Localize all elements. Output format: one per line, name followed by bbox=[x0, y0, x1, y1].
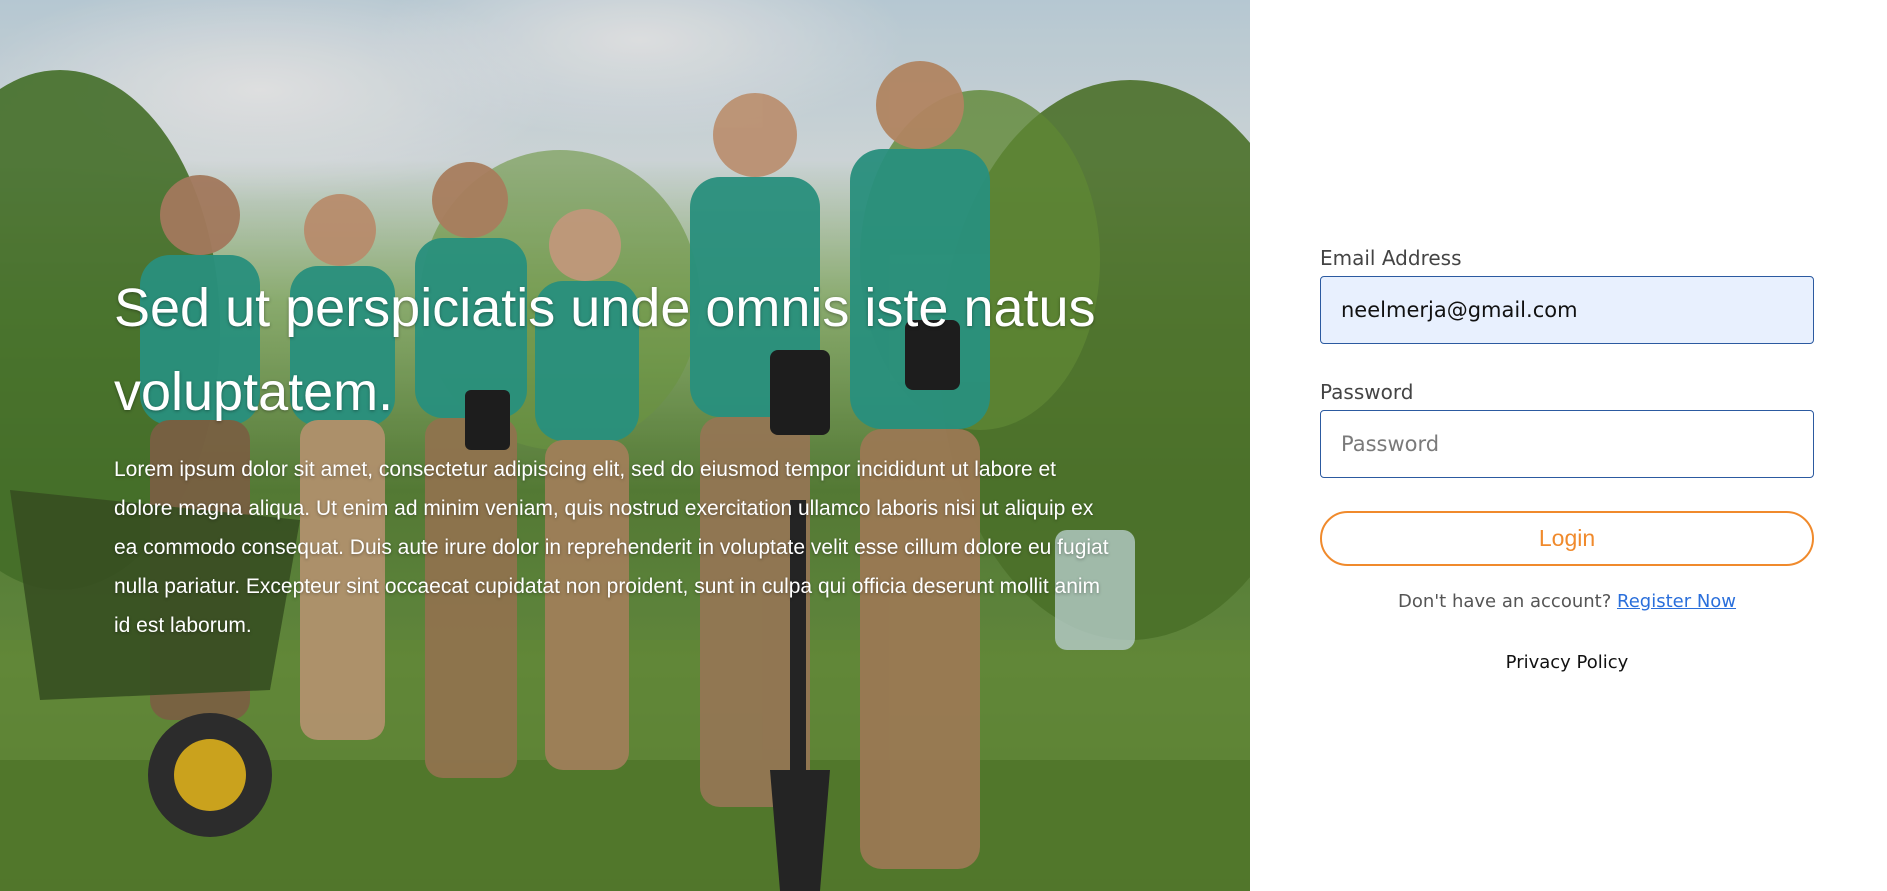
privacy-policy-link[interactable]: Privacy Policy bbox=[1320, 652, 1814, 673]
hero-description: Lorem ipsum dolor sit amet, consectetur … bbox=[114, 458, 1109, 637]
email-field[interactable] bbox=[1320, 276, 1814, 344]
password-label: Password bbox=[1320, 380, 1414, 404]
register-prompt-text: Don't have an account? bbox=[1397, 591, 1617, 612]
login-button[interactable]: Login bbox=[1320, 511, 1814, 566]
hero-text-block: Sed ut perspiciatis unde omnis iste natu… bbox=[114, 266, 1124, 645]
password-field[interactable] bbox=[1320, 410, 1814, 478]
register-prompt-row: Don't have an account? Register Now bbox=[1320, 591, 1814, 612]
login-page: Sed ut perspiciatis unde omnis iste natu… bbox=[0, 0, 1887, 891]
hero-banner: Sed ut perspiciatis unde omnis iste natu… bbox=[0, 0, 1250, 891]
login-panel: Email Address Password Login Don't have … bbox=[1250, 0, 1887, 891]
register-now-link[interactable]: Register Now bbox=[1617, 591, 1736, 612]
email-label: Email Address bbox=[1320, 246, 1462, 270]
hero-title: Sed ut perspiciatis unde omnis iste natu… bbox=[114, 278, 1096, 422]
login-form: Email Address Password Login Don't have … bbox=[1320, 246, 1814, 673]
